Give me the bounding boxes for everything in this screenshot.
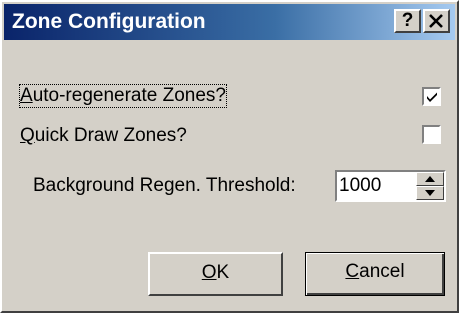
cancel-label: ancel — [359, 261, 405, 282]
quick-draw-checkbox[interactable] — [422, 125, 441, 144]
title-bar[interactable]: Zone Configuration ? — [4, 4, 455, 40]
up-arrow-icon — [425, 176, 435, 182]
threshold-spinner[interactable] — [335, 170, 446, 202]
auto-regenerate-label[interactable]: Auto-regenerate Zones? — [19, 84, 227, 108]
auto-regenerate-checkbox[interactable] — [422, 87, 441, 106]
dialog-title: Zone Configuration — [12, 10, 206, 33]
checkmark-icon — [427, 92, 437, 102]
close-button[interactable] — [423, 9, 450, 33]
threshold-input[interactable] — [339, 173, 409, 199]
close-icon — [429, 14, 443, 28]
auto-regenerate-label-text: uto-regenerate Zones? — [32, 85, 226, 106]
auto-regenerate-mnemonic: A — [20, 85, 33, 106]
quick-draw-label[interactable]: Quick Draw Zones? — [20, 125, 187, 147]
spin-up-button[interactable] — [416, 172, 444, 186]
ok-label: K — [216, 262, 230, 283]
ok-button[interactable]: OK — [148, 252, 283, 296]
spin-down-button[interactable] — [416, 186, 444, 200]
help-button[interactable]: ? — [394, 9, 421, 33]
threshold-label: Background Regen. Threshold: — [33, 175, 296, 196]
cancel-button[interactable]: Cancel — [305, 252, 445, 296]
zone-configuration-dialog: Zone Configuration ? Auto-regenerate Zon… — [0, 0, 459, 313]
quick-draw-label-text: uick Draw Zones? — [34, 125, 187, 146]
ok-mnemonic: O — [201, 262, 217, 283]
down-arrow-icon — [425, 190, 435, 196]
quick-draw-mnemonic: Q — [20, 125, 35, 146]
cancel-mnemonic: C — [345, 261, 360, 282]
